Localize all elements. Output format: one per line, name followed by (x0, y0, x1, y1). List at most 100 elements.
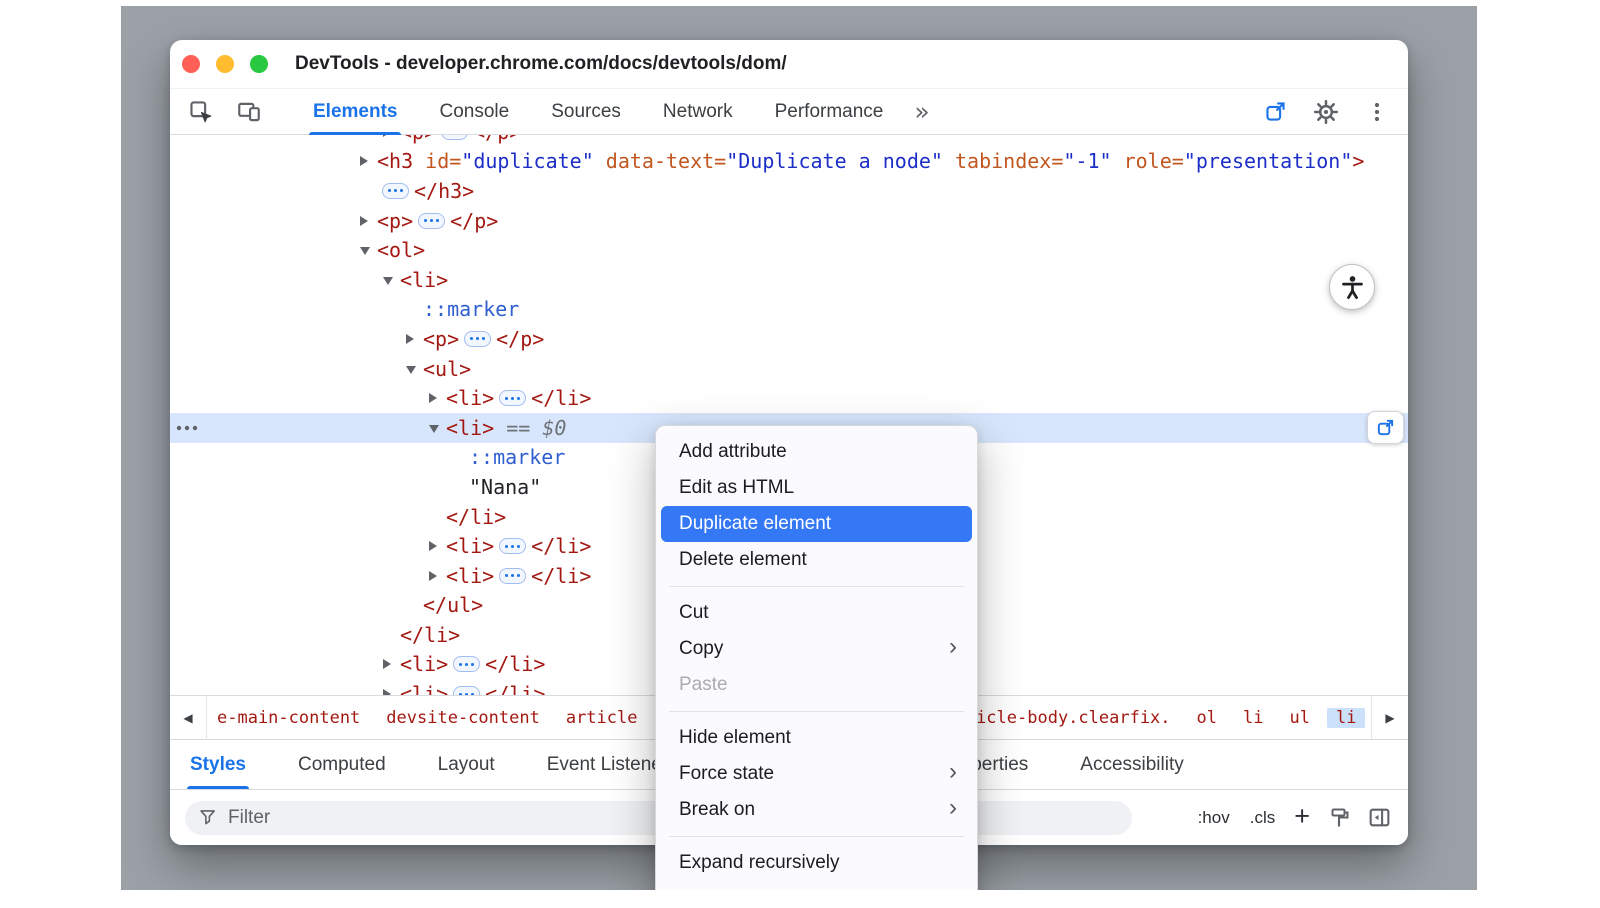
tab-performance[interactable]: Performance (754, 89, 905, 134)
context-menu-item-add-attribute[interactable]: Add attribute (661, 434, 972, 470)
context-menu-item-expand-recursively[interactable]: Expand recursively (661, 845, 972, 881)
class-toggle[interactable]: .cls (1245, 805, 1281, 831)
dom-tree-row[interactable]: <h3 id="duplicate" data-text="Duplicate … (170, 147, 1408, 177)
zoom-button[interactable] (250, 55, 268, 73)
ellipsis-expand-button[interactable] (464, 331, 491, 347)
context-menu-item-force-state[interactable]: Force state› (661, 756, 972, 792)
code-token-val: "presentation" (1184, 149, 1353, 173)
expand-arrow-icon[interactable] (383, 135, 400, 137)
duplicate-element-feature-icon[interactable] (1258, 95, 1292, 129)
dom-tree-row[interactable]: <li></li> (170, 383, 1408, 413)
context-menu-item-hide-element[interactable]: Hide element (661, 720, 972, 756)
menu-item-label: Collapse children (679, 888, 825, 890)
paint-roller-icon[interactable] (1324, 803, 1354, 833)
dom-tree-row[interactable]: <li> (170, 265, 1408, 295)
code-token-val: "Duplicate a node" (726, 149, 943, 173)
code-token-tag: <p> (377, 209, 413, 233)
code-token-attr: data-text= (594, 149, 726, 173)
menu-item-label: Delete element (679, 549, 807, 571)
menu-item-label: Edit as HTML (679, 477, 794, 499)
ellipsis-expand-button[interactable] (499, 568, 526, 584)
context-menu-item-break-on[interactable]: Break on› (661, 792, 972, 828)
ellipsis-expand-button[interactable] (453, 656, 480, 672)
dom-tree-row[interactable]: ::marker (170, 295, 1408, 325)
submenu-chevron-icon: › (949, 796, 957, 820)
expand-arrow-icon[interactable] (406, 365, 423, 373)
dom-tree-row[interactable]: <p></p> (170, 324, 1408, 354)
ellipsis-expand-button[interactable] (418, 213, 445, 229)
expand-arrow-icon[interactable] (360, 216, 377, 226)
tab-console[interactable]: Console (418, 89, 530, 134)
expand-arrow-icon[interactable] (406, 334, 423, 344)
code-token-tag: <li> (400, 268, 448, 292)
dom-tree-row[interactable]: </h3> (170, 176, 1408, 206)
new-style-rule-button[interactable]: + (1294, 803, 1310, 830)
more-actions-icon[interactable] (176, 424, 198, 432)
expand-arrow-icon[interactable] (429, 424, 446, 432)
ellipsis-expand-button[interactable] (382, 183, 409, 199)
tab-network[interactable]: Network (642, 89, 754, 134)
ellipsis-expand-button[interactable] (453, 686, 480, 695)
expand-arrow-icon[interactable] (360, 156, 377, 166)
breadcrumb-scroll-left-button[interactable]: ◀ (170, 696, 207, 739)
context-menu-item-cut[interactable]: Cut (661, 595, 972, 631)
breadcrumb-item[interactable]: article (566, 708, 638, 728)
breadcrumb-scroll-right-button[interactable]: ▶ (1371, 696, 1408, 739)
breadcrumb-item[interactable]: li (1243, 708, 1263, 728)
filter-funnel-icon (198, 807, 219, 828)
inspect-icon[interactable] (184, 95, 218, 129)
context-menu-item-copy[interactable]: Copy› (661, 631, 972, 667)
code-token-attr: id= (413, 149, 461, 173)
toggle-sidebar-icon[interactable] (1364, 803, 1394, 833)
context-menu-item-duplicate-element[interactable]: Duplicate element (661, 506, 972, 542)
code-token-tag: <li> (400, 652, 448, 676)
close-button[interactable] (182, 55, 200, 73)
breadcrumb-item[interactable]: devsite-content (386, 708, 540, 728)
context-menu-item-delete-element[interactable]: Delete element (661, 542, 972, 578)
more-tabs-icon[interactable]: » (914, 99, 929, 124)
menu-item-label: Force state (679, 763, 774, 785)
tab-sources[interactable]: Sources (530, 89, 642, 134)
accessibility-widget-button[interactable] (1329, 264, 1375, 310)
context-menu-item-edit-as-html[interactable]: Edit as HTML (661, 470, 972, 506)
dom-tree-row[interactable]: <ul> (170, 354, 1408, 384)
ellipsis-expand-button[interactable] (441, 135, 468, 140)
breadcrumb-item[interactable]: e-main-content (217, 708, 360, 728)
settings-gear-icon[interactable] (1309, 95, 1343, 129)
menu-item-label: Hide element (679, 727, 791, 749)
code-token-attr: role= (1112, 149, 1184, 173)
code-token-tag: <p> (400, 135, 436, 144)
expand-arrow-icon[interactable] (429, 393, 446, 403)
expand-arrow-icon[interactable] (429, 541, 446, 551)
ellipsis-expand-button[interactable] (499, 538, 526, 554)
breadcrumb-item[interactable]: li (1327, 708, 1365, 728)
code-token-tag: </p> (473, 135, 521, 144)
hover-state-toggle[interactable]: :hov (1193, 805, 1235, 831)
device-toolbar-icon[interactable] (232, 95, 266, 129)
sidebar-tab-accessibility[interactable]: Accessibility (1080, 740, 1183, 789)
expand-arrow-icon[interactable] (383, 276, 400, 284)
code-token-tag: </li> (531, 564, 591, 588)
expand-arrow-icon[interactable] (383, 659, 400, 669)
minimize-button[interactable] (216, 55, 234, 73)
duplicate-element-adorner-button[interactable] (1367, 411, 1404, 444)
submenu-chevron-icon: › (949, 635, 957, 659)
expand-arrow-icon[interactable] (360, 246, 377, 254)
breadcrumb-item[interactable]: ol (1197, 708, 1217, 728)
sidebar-tab-styles[interactable]: Styles (190, 740, 246, 789)
dom-tree-row[interactable]: <p> </p> (170, 135, 1408, 147)
kebab-menu-icon[interactable] (1360, 95, 1394, 129)
code-token-tag: <li> (400, 682, 448, 695)
tab-elements[interactable]: Elements (292, 89, 418, 134)
sidebar-tab-layout[interactable]: Layout (438, 740, 495, 789)
code-token-val: "duplicate" (461, 149, 593, 173)
dom-tree-row[interactable]: <ol> (170, 235, 1408, 265)
expand-arrow-icon[interactable] (429, 571, 446, 581)
code-token-tag: </ul> (423, 593, 483, 617)
code-token-tag: <li> (446, 386, 494, 410)
sidebar-tab-computed[interactable]: Computed (298, 740, 386, 789)
ellipsis-expand-button[interactable] (499, 390, 526, 406)
breadcrumb-item[interactable]: ul (1290, 708, 1310, 728)
context-menu-item-collapse-children[interactable]: Collapse children (661, 881, 972, 890)
dom-tree-row[interactable]: <p></p> (170, 206, 1408, 236)
